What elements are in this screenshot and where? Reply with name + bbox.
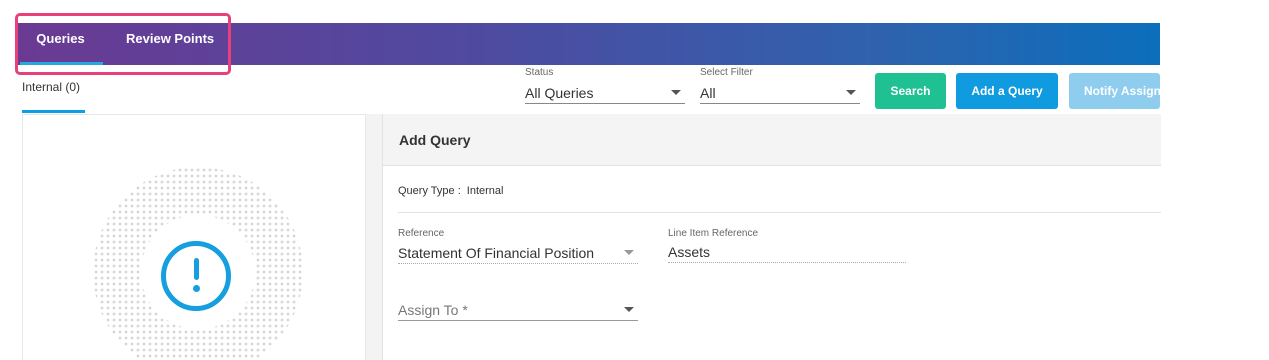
query-type-row: Query Type : Internal <box>398 185 503 197</box>
reference-value: Statement Of Financial Position <box>398 245 595 261</box>
chevron-down-icon <box>671 90 681 95</box>
tab-queries[interactable]: Queries <box>18 23 103 65</box>
reference-select[interactable]: Statement Of Financial Position <box>398 242 638 264</box>
alert-icon-dot <box>193 285 200 292</box>
notify-assignee-button[interactable]: Notify Assign <box>1069 73 1160 109</box>
status-select[interactable]: All Queries <box>525 82 685 104</box>
chevron-down-icon <box>846 90 856 95</box>
line-item-reference-label: Line Item Reference <box>668 228 759 239</box>
assign-to-placeholder: Assign To * <box>398 302 468 318</box>
status-select-value: All Queries <box>525 85 594 101</box>
search-button[interactable]: Search <box>875 73 946 109</box>
subtab-internal[interactable]: Internal (0) <box>22 80 80 94</box>
select-filter-label: Select Filter <box>700 67 753 78</box>
add-query-title: Add Query <box>399 132 471 148</box>
query-type-value: Internal <box>466 185 504 197</box>
chevron-down-icon <box>624 250 634 255</box>
app-viewport: Queries Review Points Internal (0) Statu… <box>0 0 1269 360</box>
reference-label: Reference <box>398 228 445 239</box>
add-query-panel: Add Query Query Type : Internal Reference… <box>382 114 1161 360</box>
query-type-label: Query Type : <box>398 185 461 197</box>
select-filter-select[interactable]: All <box>700 82 860 104</box>
add-query-header: Add Query <box>383 114 1161 166</box>
alert-circle-icon <box>161 241 231 311</box>
add-query-button[interactable]: Add a Query <box>956 73 1058 109</box>
chevron-down-icon <box>624 307 634 312</box>
divider <box>398 212 1161 213</box>
assign-to-select[interactable]: Assign To * <box>398 299 638 321</box>
select-filter-value: All <box>700 85 716 101</box>
subtab-active-indicator <box>22 110 85 113</box>
queries-list-panel <box>22 114 366 360</box>
top-tab-bar: Queries Review Points <box>18 23 1160 65</box>
status-label: Status <box>525 67 554 78</box>
alert-icon-bar <box>194 258 199 280</box>
tab-review-points[interactable]: Review Points <box>126 23 226 65</box>
panel-divider <box>366 114 382 360</box>
line-item-reference-value: Assets <box>668 241 906 263</box>
